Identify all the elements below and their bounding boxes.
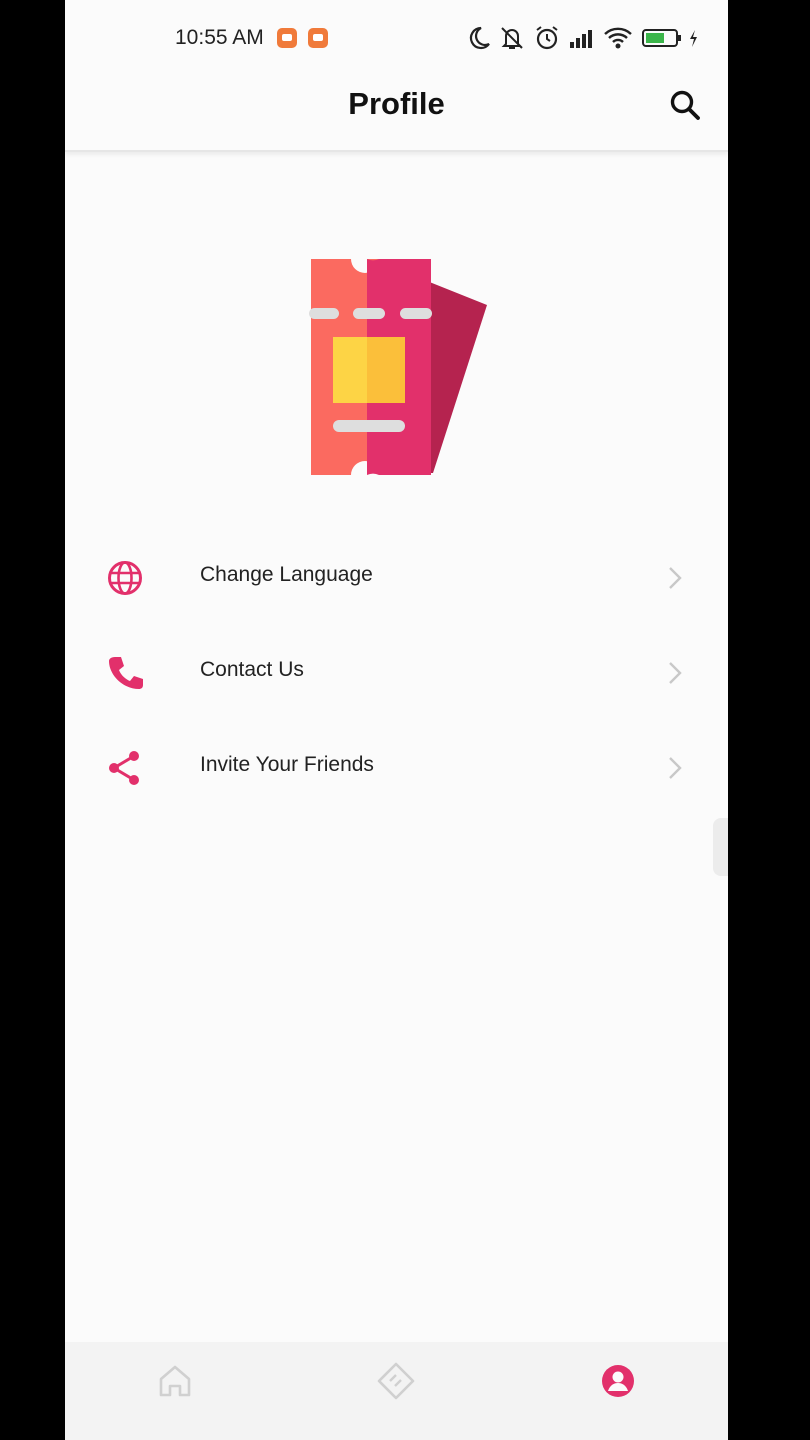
scrollbar-handle[interactable]	[713, 818, 728, 876]
profile-icon	[602, 1365, 634, 1397]
profile-menu: Change Language Contact Us Invite Your F…	[65, 530, 728, 815]
mute-icon	[498, 24, 526, 54]
search-icon	[670, 90, 700, 120]
menu-item-label: Change Language	[200, 563, 373, 586]
nav-profile-button[interactable]	[597, 1360, 639, 1402]
nav-tickets-button[interactable]	[375, 1360, 417, 1402]
menu-item-invite-friends[interactable]: Invite Your Friends	[65, 720, 728, 815]
phone-screen: 10:55 AM Profile Change Language Contact…	[65, 0, 728, 1440]
page-title: Profile	[348, 86, 445, 121]
share-icon	[109, 751, 139, 785]
status-time: 10:55 AM	[175, 26, 264, 49]
chevron-right-icon	[669, 757, 682, 779]
menu-item-label: Contact Us	[200, 658, 304, 681]
notification-icon	[308, 28, 328, 48]
signal-icon	[568, 24, 598, 54]
moon-icon	[467, 24, 491, 54]
menu-item-change-language[interactable]: Change Language	[65, 530, 728, 625]
chevron-right-icon	[669, 567, 682, 589]
battery-icon	[641, 24, 683, 54]
status-bar: 10:55 AM	[65, 0, 728, 78]
search-button[interactable]	[666, 86, 706, 126]
ticket-icon	[377, 1362, 415, 1400]
nav-home-button[interactable]	[154, 1360, 196, 1402]
chevron-right-icon	[669, 662, 682, 684]
menu-item-label: Invite Your Friends	[200, 753, 374, 776]
charging-icon	[687, 24, 699, 54]
wifi-icon	[603, 24, 633, 54]
alarm-icon	[534, 24, 560, 54]
app-bar: Profile	[65, 70, 728, 152]
menu-item-contact-us[interactable]: Contact Us	[65, 625, 728, 720]
home-icon	[159, 1365, 191, 1397]
ticket-logo	[305, 255, 490, 480]
notification-icon	[277, 28, 297, 48]
phone-icon	[109, 657, 143, 689]
bottom-navigation	[65, 1342, 728, 1440]
globe-icon	[108, 561, 142, 595]
